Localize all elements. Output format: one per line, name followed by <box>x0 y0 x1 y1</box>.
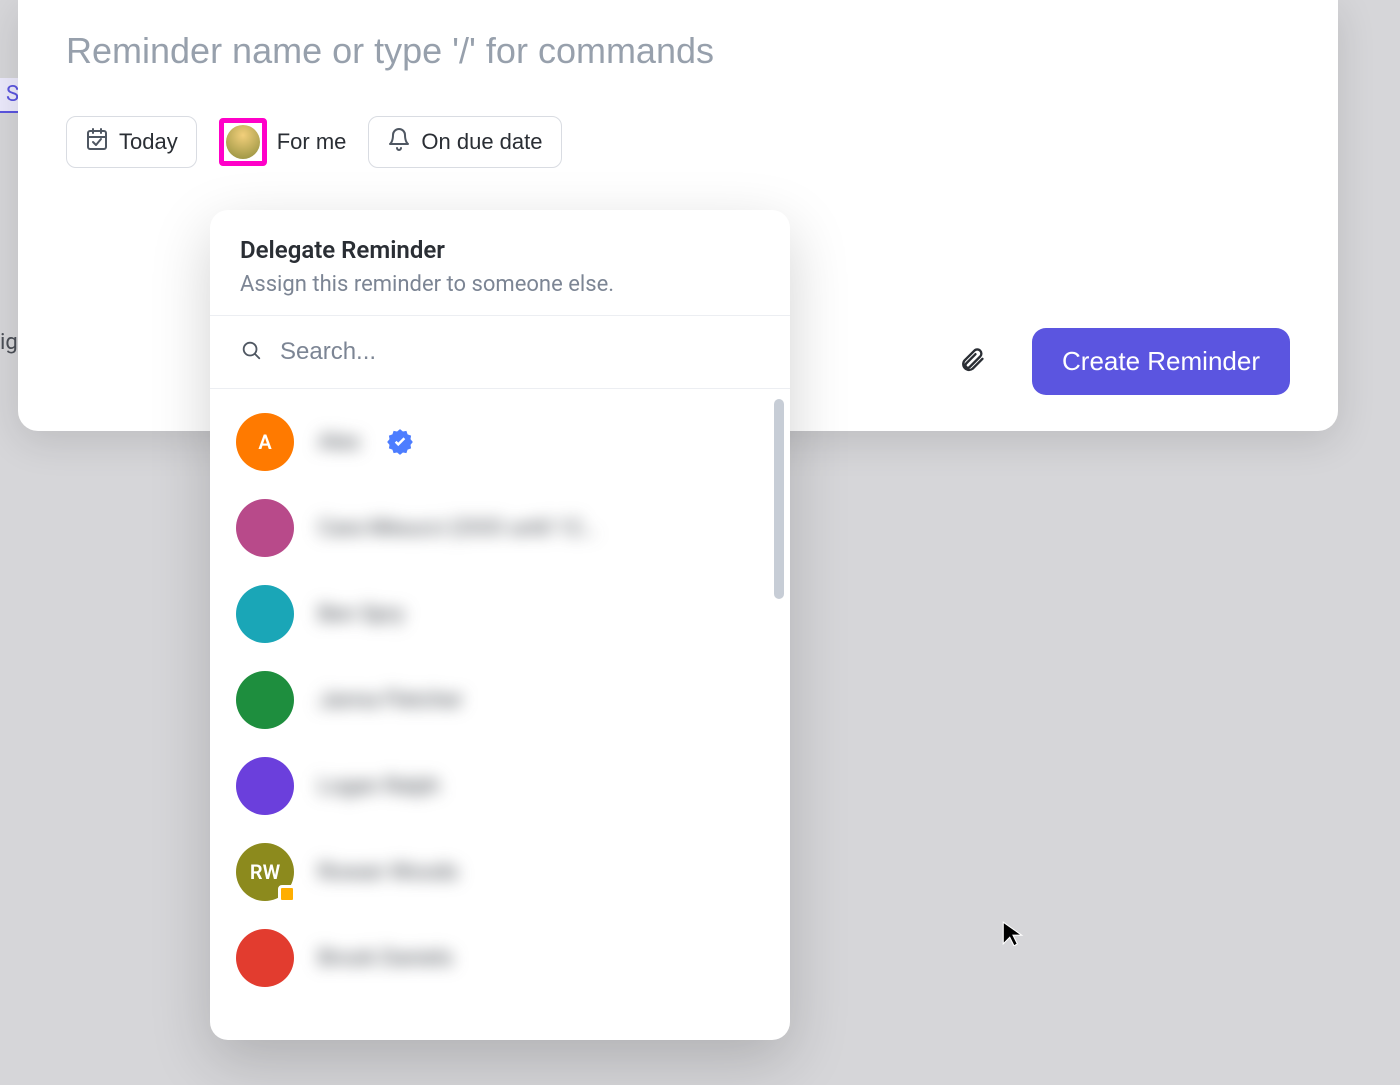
person-name: Alex <box>318 430 360 455</box>
avatar <box>236 929 294 987</box>
calendar-icon <box>85 127 109 157</box>
person-row[interactable]: Brook Daniels <box>224 915 776 1001</box>
avatar <box>236 585 294 643</box>
bell-icon <box>387 127 411 157</box>
delegate-people-scroll[interactable]: A Alex Cara Mieucci (OOO until 12… Ben Spry… <box>210 389 790 1040</box>
person-name: Janna Fletcher <box>318 688 463 713</box>
for-me-avatar-highlight <box>219 118 267 166</box>
for-me-chip[interactable]: For me <box>219 118 347 166</box>
person-row[interactable]: Ben Spry <box>224 571 776 657</box>
delegate-header: Delegate Reminder Assign this reminder t… <box>210 210 790 316</box>
for-me-chip-label: For me <box>277 129 347 155</box>
delegate-subtitle: Assign this reminder to someone else. <box>240 272 760 297</box>
today-chip-label: Today <box>119 129 178 155</box>
avatar <box>236 499 294 557</box>
avatar: A <box>236 413 294 471</box>
avatar <box>236 757 294 815</box>
avatar: RW <box>236 843 294 901</box>
person-row[interactable]: Logan Ralph <box>224 743 776 829</box>
background-text-hint: ig <box>0 330 18 355</box>
person-name: Cara Mieucci (OOO until 12… <box>318 516 596 541</box>
on-due-date-chip[interactable]: On due date <box>368 116 561 168</box>
verified-badge-icon <box>386 428 414 456</box>
person-name: Brook Daniels <box>318 946 453 971</box>
create-reminder-button[interactable]: Create Reminder <box>1032 328 1290 395</box>
reminder-chip-row: Today For me On due date <box>66 116 1290 168</box>
delegate-people-list: A Alex Cara Mieucci (OOO until 12… Ben Spry… <box>210 389 790 1011</box>
person-name: Logan Ralph <box>318 774 440 799</box>
status-dot <box>278 885 296 903</box>
cursor-icon <box>1000 920 1026 950</box>
paperclip-icon <box>958 362 986 377</box>
delegate-search-row <box>210 316 790 389</box>
avatar <box>236 671 294 729</box>
scrollbar[interactable] <box>774 399 784 599</box>
delegate-search-input[interactable] <box>280 338 760 366</box>
person-row[interactable]: RW Rowan Woods <box>224 829 776 915</box>
reminder-name-input[interactable] <box>66 30 1290 72</box>
person-name: Ben Spry <box>318 602 404 627</box>
search-icon <box>240 339 262 365</box>
person-row[interactable]: Janna Fletcher <box>224 657 776 743</box>
today-chip[interactable]: Today <box>66 116 197 168</box>
delegate-title: Delegate Reminder <box>240 236 760 264</box>
for-me-avatar <box>226 125 260 159</box>
on-due-date-chip-label: On due date <box>421 129 542 155</box>
person-row[interactable]: A Alex <box>224 399 776 485</box>
person-row[interactable]: Cara Mieucci (OOO until 12… <box>224 485 776 571</box>
person-name: Rowan Woods <box>318 860 458 885</box>
delegate-popover: Delegate Reminder Assign this reminder t… <box>210 210 790 1040</box>
attachment-button[interactable] <box>952 340 992 383</box>
